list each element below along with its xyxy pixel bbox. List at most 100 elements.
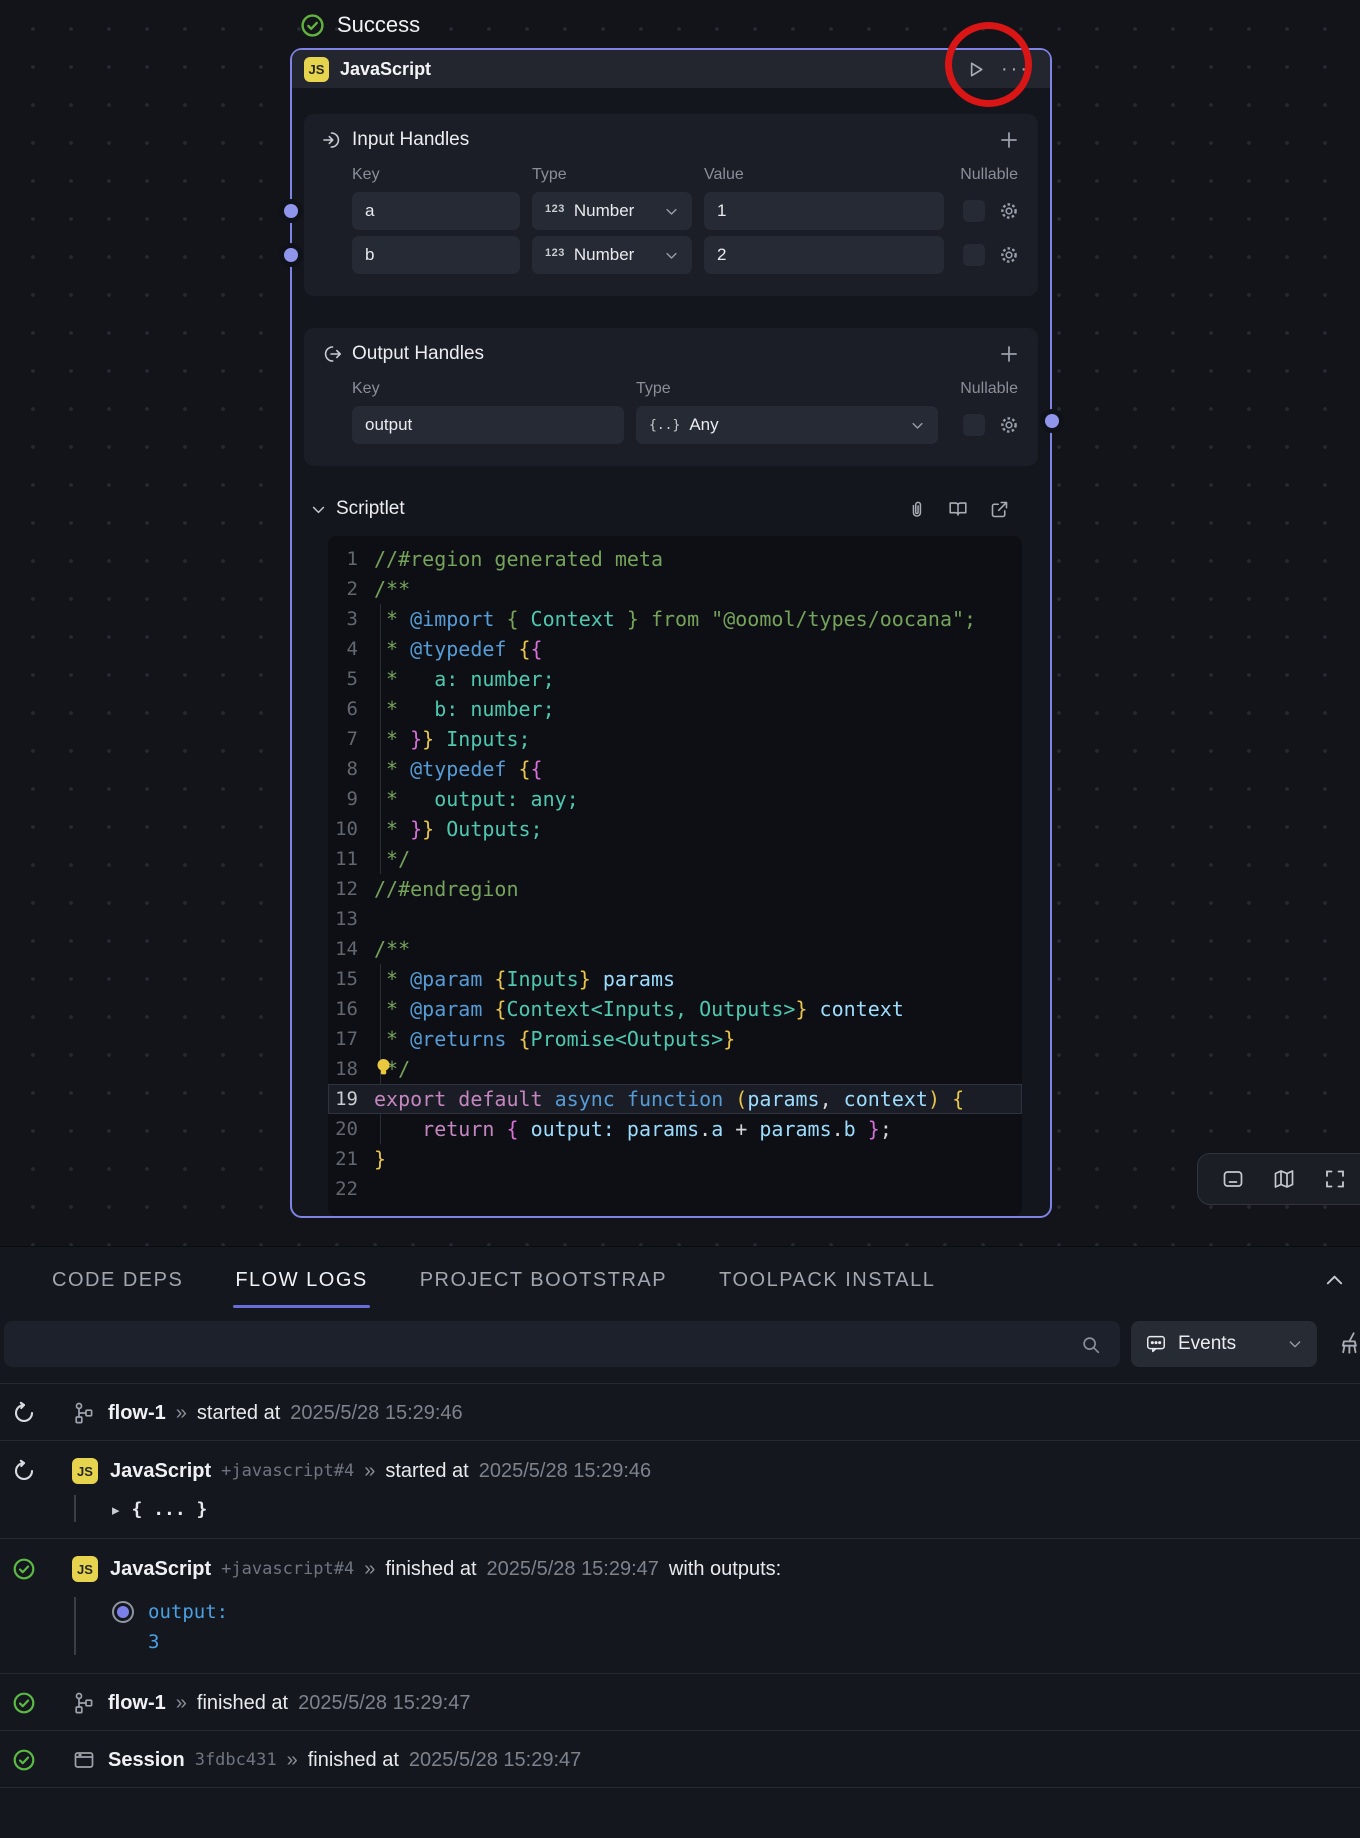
- log-timestamp: 2025/5/28 15:29:47: [487, 1558, 659, 1581]
- log-action: started at: [385, 1460, 468, 1483]
- log-timestamp: 2025/5/28 15:29:46: [290, 1402, 462, 1425]
- success-check-icon: [12, 1557, 36, 1581]
- running-spinner-icon: [12, 1459, 36, 1483]
- line-number: 7: [328, 724, 374, 754]
- log-action: finished at: [308, 1749, 399, 1772]
- open-external-icon[interactable]: [989, 499, 1010, 520]
- fullscreen-icon[interactable]: [1323, 1167, 1347, 1191]
- tab-toolpack-install[interactable]: TOOLPACK INSTALL: [719, 1269, 935, 1292]
- key-field[interactable]: a: [352, 192, 520, 230]
- line-number: 21: [328, 1144, 374, 1174]
- nullable-checkbox[interactable]: [963, 414, 985, 436]
- value-field[interactable]: 1: [704, 192, 944, 230]
- flow-icon: [72, 1401, 96, 1425]
- output-handle-output[interactable]: [1040, 409, 1064, 433]
- paperclip-icon[interactable]: [906, 499, 927, 520]
- log-title: flow-1: [108, 1692, 166, 1715]
- input-handles-section: Input Handles Key Type Value Nullable a1…: [304, 114, 1038, 296]
- node-header[interactable]: JS JavaScript ···: [292, 50, 1050, 88]
- code-line: 18 */: [328, 1054, 1022, 1084]
- tab-project-bootstrap[interactable]: PROJECT BOOTSTRAP: [420, 1269, 667, 1292]
- spinner-icon: [12, 1401, 36, 1425]
- flow-canvas[interactable]: Success JS JavaScript ··· Input Handles …: [0, 0, 1360, 1246]
- clear-logs-icon[interactable]: [1338, 1330, 1360, 1356]
- reader-icon[interactable]: [947, 498, 969, 520]
- search-icon[interactable]: [1080, 1334, 1102, 1356]
- log-separator: »: [176, 1692, 187, 1715]
- log-row[interactable]: flow-1»started at2025/5/28 15:29:46: [0, 1384, 1360, 1441]
- log-suffix: with outputs:: [669, 1558, 781, 1581]
- log-row[interactable]: JSJavaScript+javascript#4»started at2025…: [0, 1441, 1360, 1539]
- log-row[interactable]: flow-1»finished at2025/5/28 15:29:47: [0, 1674, 1360, 1731]
- type-select[interactable]: 123Number: [532, 236, 692, 274]
- output-key: output:: [148, 1601, 228, 1623]
- search-input[interactable]: [4, 1321, 1120, 1367]
- line-number: 4: [328, 634, 374, 664]
- success-check-icon: [300, 13, 325, 38]
- chevron-down-icon[interactable]: [310, 501, 327, 518]
- key-field[interactable]: output: [352, 406, 624, 444]
- line-number: 11: [328, 844, 374, 874]
- gear-icon[interactable]: [998, 200, 1020, 222]
- log-row[interactable]: JSJavaScript+javascript#4»finished at202…: [0, 1539, 1360, 1674]
- status-badge: Success: [300, 12, 420, 38]
- indent-guide: [74, 1597, 76, 1655]
- log-timestamp: 2025/5/28 15:29:47: [409, 1749, 581, 1772]
- key-field[interactable]: b: [352, 236, 520, 274]
- nullable-checkbox[interactable]: [963, 244, 985, 266]
- log-expandable[interactable]: ▸{ ... }: [112, 1499, 1360, 1538]
- code-line: 22: [328, 1174, 1022, 1204]
- line-number: 10: [328, 814, 374, 844]
- tab-flow-logs[interactable]: FLOW LOGS: [235, 1269, 367, 1292]
- code-editor[interactable]: 1//#region generated meta2/**3 * @import…: [328, 536, 1022, 1216]
- events-filter-button[interactable]: Events: [1131, 1321, 1317, 1367]
- input-handle-a[interactable]: [279, 199, 303, 223]
- javascript-node[interactable]: JS JavaScript ··· Input Handles Key Type…: [290, 48, 1052, 1218]
- tab-code-deps[interactable]: CODE DEPS: [52, 1269, 183, 1292]
- code-line: 14/**: [328, 934, 1022, 964]
- log-timestamp: 2025/5/28 15:29:46: [479, 1460, 651, 1483]
- value-field[interactable]: 2: [704, 236, 944, 274]
- chevron-down-icon: [664, 248, 679, 263]
- panel-icon[interactable]: [1221, 1167, 1245, 1191]
- column-value: Value: [704, 166, 944, 184]
- output-handles-section: Output Handles Key Type Nullable output{…: [304, 328, 1038, 466]
- line-number: 8: [328, 754, 374, 784]
- success-check-icon: [12, 1748, 36, 1772]
- log-subtitle: +javascript#4: [221, 1461, 354, 1481]
- line-number: 17: [328, 1024, 374, 1054]
- line-number: 9: [328, 784, 374, 814]
- column-nullable: Nullable: [960, 380, 1020, 398]
- log-title: flow-1: [108, 1402, 166, 1425]
- run-node-button[interactable]: [964, 58, 987, 81]
- type-select[interactable]: 123Number: [532, 192, 692, 230]
- input-handle-b[interactable]: [279, 243, 303, 267]
- events-bubble-icon: [1145, 1333, 1167, 1355]
- handle-row: b 123Number 2: [352, 236, 1020, 274]
- lightbulb-icon[interactable]: [374, 1057, 394, 1079]
- js-icon: JS: [72, 1458, 98, 1484]
- collapse-panel-icon[interactable]: [1323, 1269, 1346, 1292]
- add-input-handle-button[interactable]: [998, 129, 1020, 151]
- line-number: 5: [328, 664, 374, 694]
- log-separator: »: [364, 1558, 375, 1581]
- expand-triangle-icon[interactable]: ▸: [112, 1501, 120, 1519]
- type-select[interactable]: {..}Any: [636, 406, 938, 444]
- type-icon: 123: [545, 203, 565, 215]
- output-handles-title: Output Handles: [352, 343, 484, 365]
- gear-icon[interactable]: [998, 414, 1020, 436]
- log-row[interactable]: Session3fdbc431»finished at2025/5/28 15:…: [0, 1731, 1360, 1788]
- chevron-down-icon: [910, 418, 925, 433]
- node-menu-button[interactable]: ···: [1001, 59, 1030, 79]
- log-filter-row: Events: [0, 1313, 1360, 1383]
- scriptlet-header: Scriptlet: [310, 496, 1010, 522]
- log-action: finished at: [385, 1558, 476, 1581]
- js-icon: JS: [304, 57, 329, 82]
- gear-icon[interactable]: [998, 244, 1020, 266]
- status-label: Success: [337, 12, 420, 38]
- code-line: 15 * @param {Inputs} params: [328, 964, 1022, 994]
- code-line: 8 * @typedef {{: [328, 754, 1022, 784]
- nullable-checkbox[interactable]: [963, 200, 985, 222]
- map-icon[interactable]: [1272, 1167, 1296, 1191]
- add-output-handle-button[interactable]: [998, 343, 1020, 365]
